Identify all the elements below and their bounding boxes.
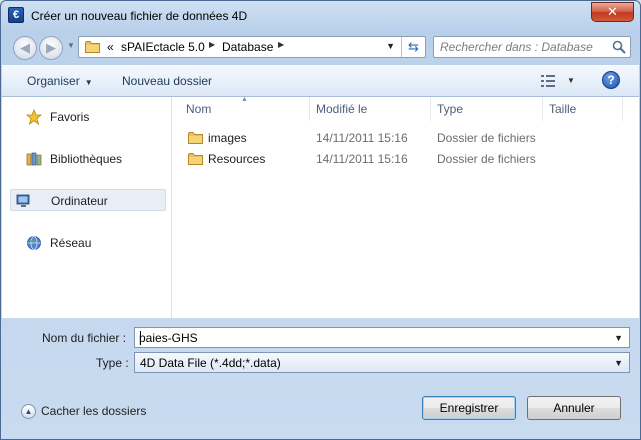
hide-folders-label: Cacher les dossiers: [41, 404, 147, 418]
nav-item-reseau[interactable]: Réseau: [10, 232, 166, 254]
title-bar[interactable]: € Créer un nouveau fichier de données 4D…: [1, 1, 640, 31]
nav-item-label: Ordinateur: [51, 194, 108, 208]
column-header-modified[interactable]: Modifié le: [316, 102, 367, 116]
file-row[interactable]: images 14/11/2011 15:16 Dossier de fichi…: [173, 128, 639, 148]
nav-item-label: Réseau: [50, 236, 92, 250]
nav-item-label: Favoris: [50, 110, 90, 124]
collapse-up-icon: ▲: [21, 404, 36, 419]
address-bar[interactable]: « sPAIEctacle 5.0 ▶ Database ▶ ▼ ⇆: [78, 36, 426, 58]
network-icon: [27, 236, 41, 250]
search-box[interactable]: Rechercher dans : Database: [433, 36, 631, 58]
file-type-select[interactable]: 4D Data File (*.4dd;*.data) ▼: [134, 352, 630, 373]
file-name: Resources: [208, 152, 266, 166]
breadcrumb-arrow-icon[interactable]: ▶: [209, 40, 215, 49]
folder-icon: [85, 41, 100, 53]
organize-button[interactable]: Organiser ▼: [27, 74, 93, 88]
file-type: Dossier de fichiers: [437, 152, 536, 166]
app-icon: €: [8, 7, 24, 23]
chevron-down-icon: ▼: [84, 78, 93, 87]
folder-icon: [188, 132, 203, 144]
chevron-down-icon: ▼: [614, 358, 623, 368]
column-header-type[interactable]: Type: [437, 102, 463, 116]
close-button[interactable]: ✕: [591, 2, 634, 22]
sort-ascending-icon: ▲: [241, 96, 248, 103]
search-input[interactable]: Rechercher dans : Database: [440, 40, 593, 54]
column-header-size[interactable]: Taille: [549, 102, 576, 116]
breadcrumb-arrow-icon[interactable]: ▶: [278, 40, 284, 49]
star-icon: [26, 109, 42, 125]
column-header-name[interactable]: Nom: [186, 102, 211, 116]
view-dropdown-icon[interactable]: ▼: [567, 76, 575, 85]
library-icon: [26, 152, 42, 166]
nav-item-ordinateur[interactable]: Ordinateur: [10, 189, 166, 211]
file-modified: 14/11/2011 15:16: [316, 131, 408, 145]
nav-item-favoris[interactable]: Favoris: [10, 106, 166, 128]
address-overflow[interactable]: «: [107, 40, 114, 54]
filename-label: Nom du fichier :: [42, 331, 127, 345]
organize-label: Organiser: [27, 74, 80, 88]
nav-item-bibliotheques[interactable]: Bibliothèques: [10, 148, 166, 170]
breadcrumb-segment[interactable]: sPAIEctacle 5.0: [121, 40, 205, 54]
filename-value[interactable]: paies-GHS: [139, 331, 198, 345]
column-divider[interactable]: [430, 97, 431, 121]
file-list: Nom ▲ Modifié le Type Taille images 14/1…: [173, 96, 639, 318]
new-folder-button[interactable]: Nouveau dossier: [122, 74, 212, 88]
help-icon[interactable]: ?: [602, 71, 620, 89]
save-button[interactable]: Enregistrer: [422, 396, 516, 420]
window-title: Créer un nouveau fichier de données 4D: [31, 9, 248, 23]
file-row[interactable]: Resources 14/11/2011 15:16 Dossier de fi…: [173, 149, 639, 169]
forward-button[interactable]: ▶: [39, 36, 63, 60]
navigation-pane: Favoris Bibliothèques Ordinateur Réseau: [2, 97, 172, 318]
save-dialog-window: € Créer un nouveau fichier de données 4D…: [0, 0, 641, 440]
refresh-icon[interactable]: ⇆: [401, 37, 425, 57]
cancel-button[interactable]: Annuler: [527, 396, 621, 420]
nav-item-label: Bibliothèques: [50, 152, 123, 166]
type-label: Type :: [96, 356, 129, 370]
search-icon[interactable]: [611, 39, 627, 55]
column-divider[interactable]: [309, 97, 310, 121]
breadcrumb-segment[interactable]: Database: [222, 40, 273, 54]
filename-field[interactable]: paies-GHS ▼: [134, 327, 630, 348]
column-divider[interactable]: [542, 97, 543, 121]
file-name: images: [208, 131, 247, 145]
view-options-icon[interactable]: [540, 74, 556, 88]
folder-icon: [188, 153, 203, 165]
command-bar: Organiser ▼ Nouveau dossier ▼ ?: [2, 65, 639, 97]
computer-icon: [16, 194, 30, 207]
file-type: Dossier de fichiers: [437, 131, 536, 145]
recent-pages-dropdown-icon[interactable]: ▼: [67, 41, 75, 50]
address-history-dropdown-icon[interactable]: ▼: [386, 41, 395, 51]
file-modified: 14/11/2011 15:16: [316, 152, 408, 166]
back-button[interactable]: ◀: [13, 36, 37, 60]
filename-history-dropdown-icon[interactable]: ▼: [614, 333, 623, 343]
browser-area: Favoris Bibliothèques Ordinateur Réseau …: [2, 96, 639, 318]
file-type-value: 4D Data File (*.4dd;*.data): [140, 356, 281, 370]
column-divider[interactable]: [622, 97, 623, 121]
